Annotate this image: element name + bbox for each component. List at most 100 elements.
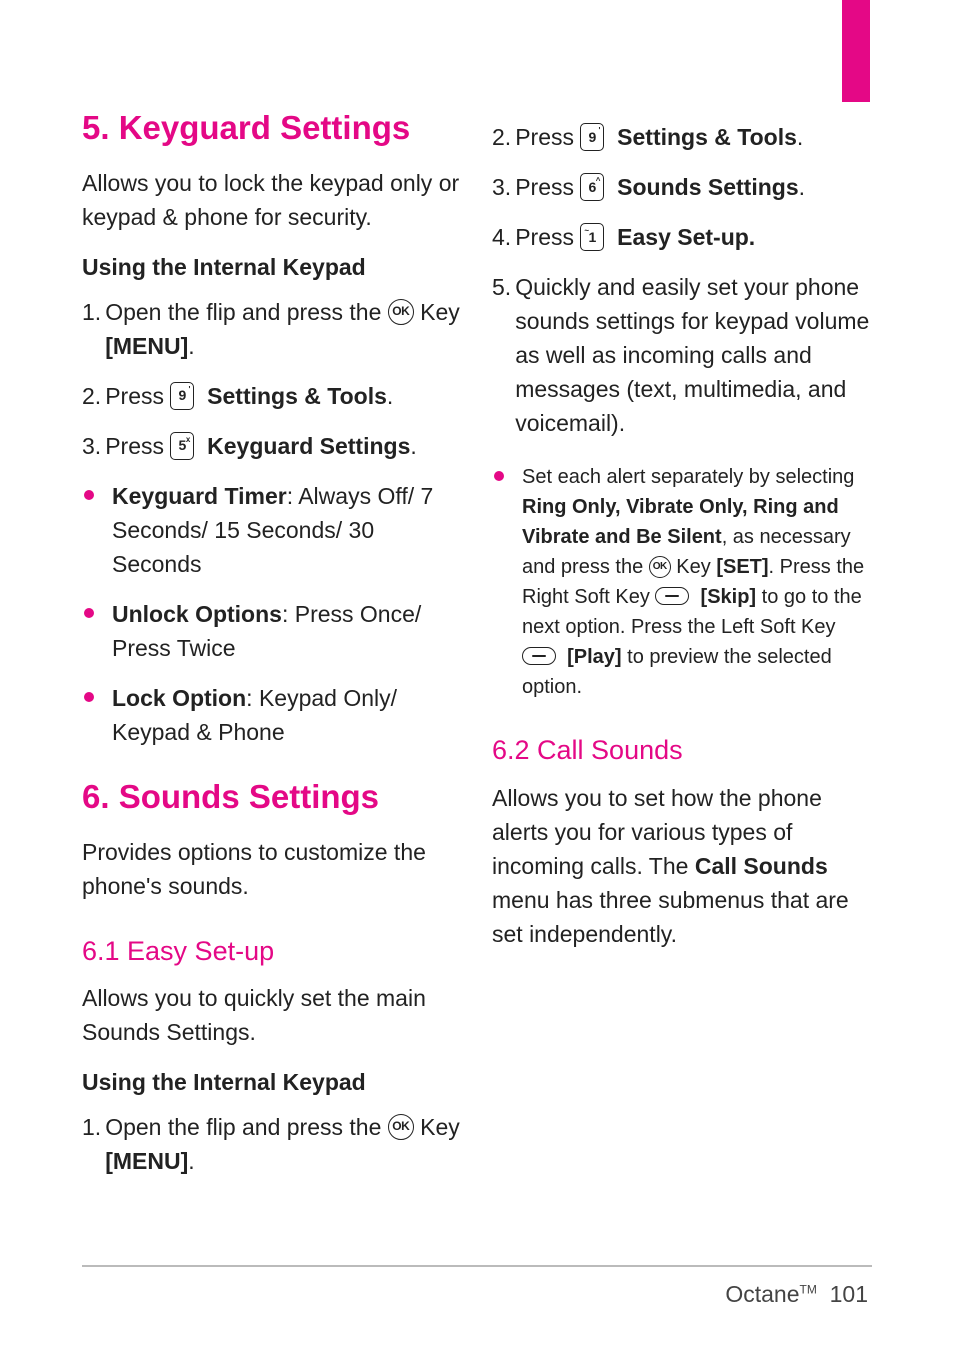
option-name: Keyguard Timer	[112, 483, 287, 509]
text: Open the flip and press the	[105, 299, 388, 325]
option-name: Lock Option	[112, 685, 246, 711]
settings-tools-label: Settings & Tools	[207, 383, 387, 409]
list-item-lock-option: Lock Option: Keypad Only/ Keypad & Phone	[82, 681, 462, 749]
page-content: 5. Keyguard Settings Allows you to lock …	[82, 108, 872, 1217]
step-r2-settings-tools: 2. Press 9' Settings & Tools.	[492, 120, 872, 154]
set-label: [SET]	[716, 556, 768, 578]
step-body: Press ~1 Easy Set-up.	[515, 220, 872, 254]
text: .	[188, 333, 194, 359]
text: Press	[515, 124, 580, 150]
skip-label: [Skip]	[701, 586, 757, 608]
easy-setup-label: Easy Set-up.	[617, 224, 755, 250]
ok-key-icon: OK	[388, 1114, 414, 1140]
step-body: Press 5x Keyguard Settings.	[105, 429, 462, 463]
list-item-alert-settings: Set each alert separately by selecting R…	[492, 462, 872, 702]
step-number: 2.	[82, 379, 101, 413]
subhead-internal-keypad-1: Using the Internal Keypad	[82, 254, 462, 281]
menu-label: [MENU]	[105, 1148, 188, 1174]
key-sup: '	[188, 384, 190, 396]
step-r5-description: 5. Quickly and easily set your phone sou…	[492, 270, 872, 440]
bullet-icon	[84, 692, 94, 702]
text: .	[188, 1148, 194, 1174]
key-label: 9	[178, 385, 186, 406]
step-number: 5.	[492, 270, 511, 304]
right-column: 2. Press 9' Settings & Tools. 3. Press 6…	[492, 108, 872, 1217]
key-sup: '	[598, 125, 600, 137]
text: Press	[515, 224, 580, 250]
key-sup: x	[186, 434, 190, 446]
page-footer: OctaneTM 101	[725, 1281, 868, 1308]
bullet-icon	[84, 608, 94, 618]
list-body: Set each alert separately by selecting R…	[522, 462, 872, 702]
step-number: 3.	[492, 170, 511, 204]
list-item-unlock-options: Unlock Options: Press Once/ Press Twice	[82, 597, 462, 665]
page-accent-tab	[842, 0, 870, 102]
text: menu has three submenus that are set ind…	[492, 887, 849, 947]
key-1-icon: ~1	[580, 223, 604, 251]
bullet-icon	[84, 490, 94, 500]
settings-tools-label: Settings & Tools	[617, 124, 797, 150]
step-body: Press 9' Settings & Tools.	[515, 120, 872, 154]
key-sup: ^	[596, 175, 601, 187]
play-label: [Play]	[567, 646, 621, 668]
step-body: Press 9' Settings & Tools.	[105, 379, 462, 413]
heading-sounds-settings: 6. Sounds Settings	[82, 777, 462, 817]
footer-divider	[82, 1265, 872, 1267]
step-2-settings-tools: 2. Press 9' Settings & Tools.	[82, 379, 462, 413]
para-sounds-intro: Provides options to customize the phone'…	[82, 835, 462, 903]
bullet-icon	[494, 471, 504, 481]
text: Key	[420, 299, 460, 325]
list-body: Unlock Options: Press Once/ Press Twice	[112, 597, 462, 665]
text: .	[410, 433, 416, 459]
softkey-icon	[655, 587, 689, 605]
step-number: 1.	[82, 1110, 101, 1144]
step-body: Press 6^ Sounds Settings.	[515, 170, 872, 204]
heading-keyguard-settings: 5. Keyguard Settings	[82, 108, 462, 148]
option-name: Unlock Options	[112, 601, 282, 627]
step-number: 1.	[82, 295, 101, 329]
list-body: Keyguard Timer: Always Off/ 7 Seconds/ 1…	[112, 479, 462, 581]
list-item-keyguard-timer: Keyguard Timer: Always Off/ 7 Seconds/ 1…	[82, 479, 462, 581]
list-body: Lock Option: Keypad Only/ Keypad & Phone	[112, 681, 462, 749]
heading-easy-setup: 6.1 Easy Set-up	[82, 935, 462, 967]
text: Key	[420, 1114, 460, 1140]
text: .	[387, 383, 393, 409]
key-5-icon: 5x	[170, 432, 194, 460]
key-9-icon: 9'	[170, 382, 194, 410]
step-body: Open the flip and press the OK Key [MENU…	[105, 295, 462, 363]
step-r4-easy-setup: 4. Press ~1 Easy Set-up.	[492, 220, 872, 254]
keyguard-settings-label: Keyguard Settings	[207, 433, 410, 459]
ok-key-icon: OK	[388, 299, 414, 325]
para-keyguard-intro: Allows you to lock the keypad only or ke…	[82, 166, 462, 234]
heading-call-sounds: 6.2 Call Sounds	[492, 734, 872, 766]
product-name: Octane	[725, 1281, 799, 1307]
softkey-icon	[522, 647, 556, 665]
step-3-keyguard-settings: 3. Press 5x Keyguard Settings.	[82, 429, 462, 463]
step-number: 2.	[492, 120, 511, 154]
step-61-1-open-flip: 1. Open the flip and press the OK Key [M…	[82, 1110, 462, 1178]
text: Press	[105, 433, 170, 459]
text: Press	[105, 383, 170, 409]
left-column: 5. Keyguard Settings Allows you to lock …	[82, 108, 462, 1217]
key-label: 1	[588, 227, 596, 248]
page-number: 101	[830, 1281, 868, 1307]
text: .	[797, 124, 803, 150]
text: Open the flip and press the	[105, 1114, 388, 1140]
step-body: Open the flip and press the OK Key [MENU…	[105, 1110, 462, 1178]
para-easy-setup: Allows you to quickly set the main Sound…	[82, 981, 462, 1049]
text: Press	[515, 174, 580, 200]
ok-key-icon: OK	[649, 556, 671, 578]
step-1-open-flip: 1. Open the flip and press the OK Key [M…	[82, 295, 462, 363]
key-label: 9	[588, 127, 596, 148]
menu-label: [MENU]	[105, 333, 188, 359]
step-body: Quickly and easily set your phone sounds…	[515, 270, 872, 440]
step-r3-sounds-settings: 3. Press 6^ Sounds Settings.	[492, 170, 872, 204]
text: Key	[671, 556, 717, 578]
text: .	[799, 174, 805, 200]
text: Set each alert separately by selecting	[522, 466, 854, 488]
key-9-icon: 9'	[580, 123, 604, 151]
call-sounds-label: Call Sounds	[695, 853, 828, 879]
subhead-internal-keypad-2: Using the Internal Keypad	[82, 1069, 462, 1096]
sounds-settings-label: Sounds Settings	[617, 174, 798, 200]
step-number: 4.	[492, 220, 511, 254]
